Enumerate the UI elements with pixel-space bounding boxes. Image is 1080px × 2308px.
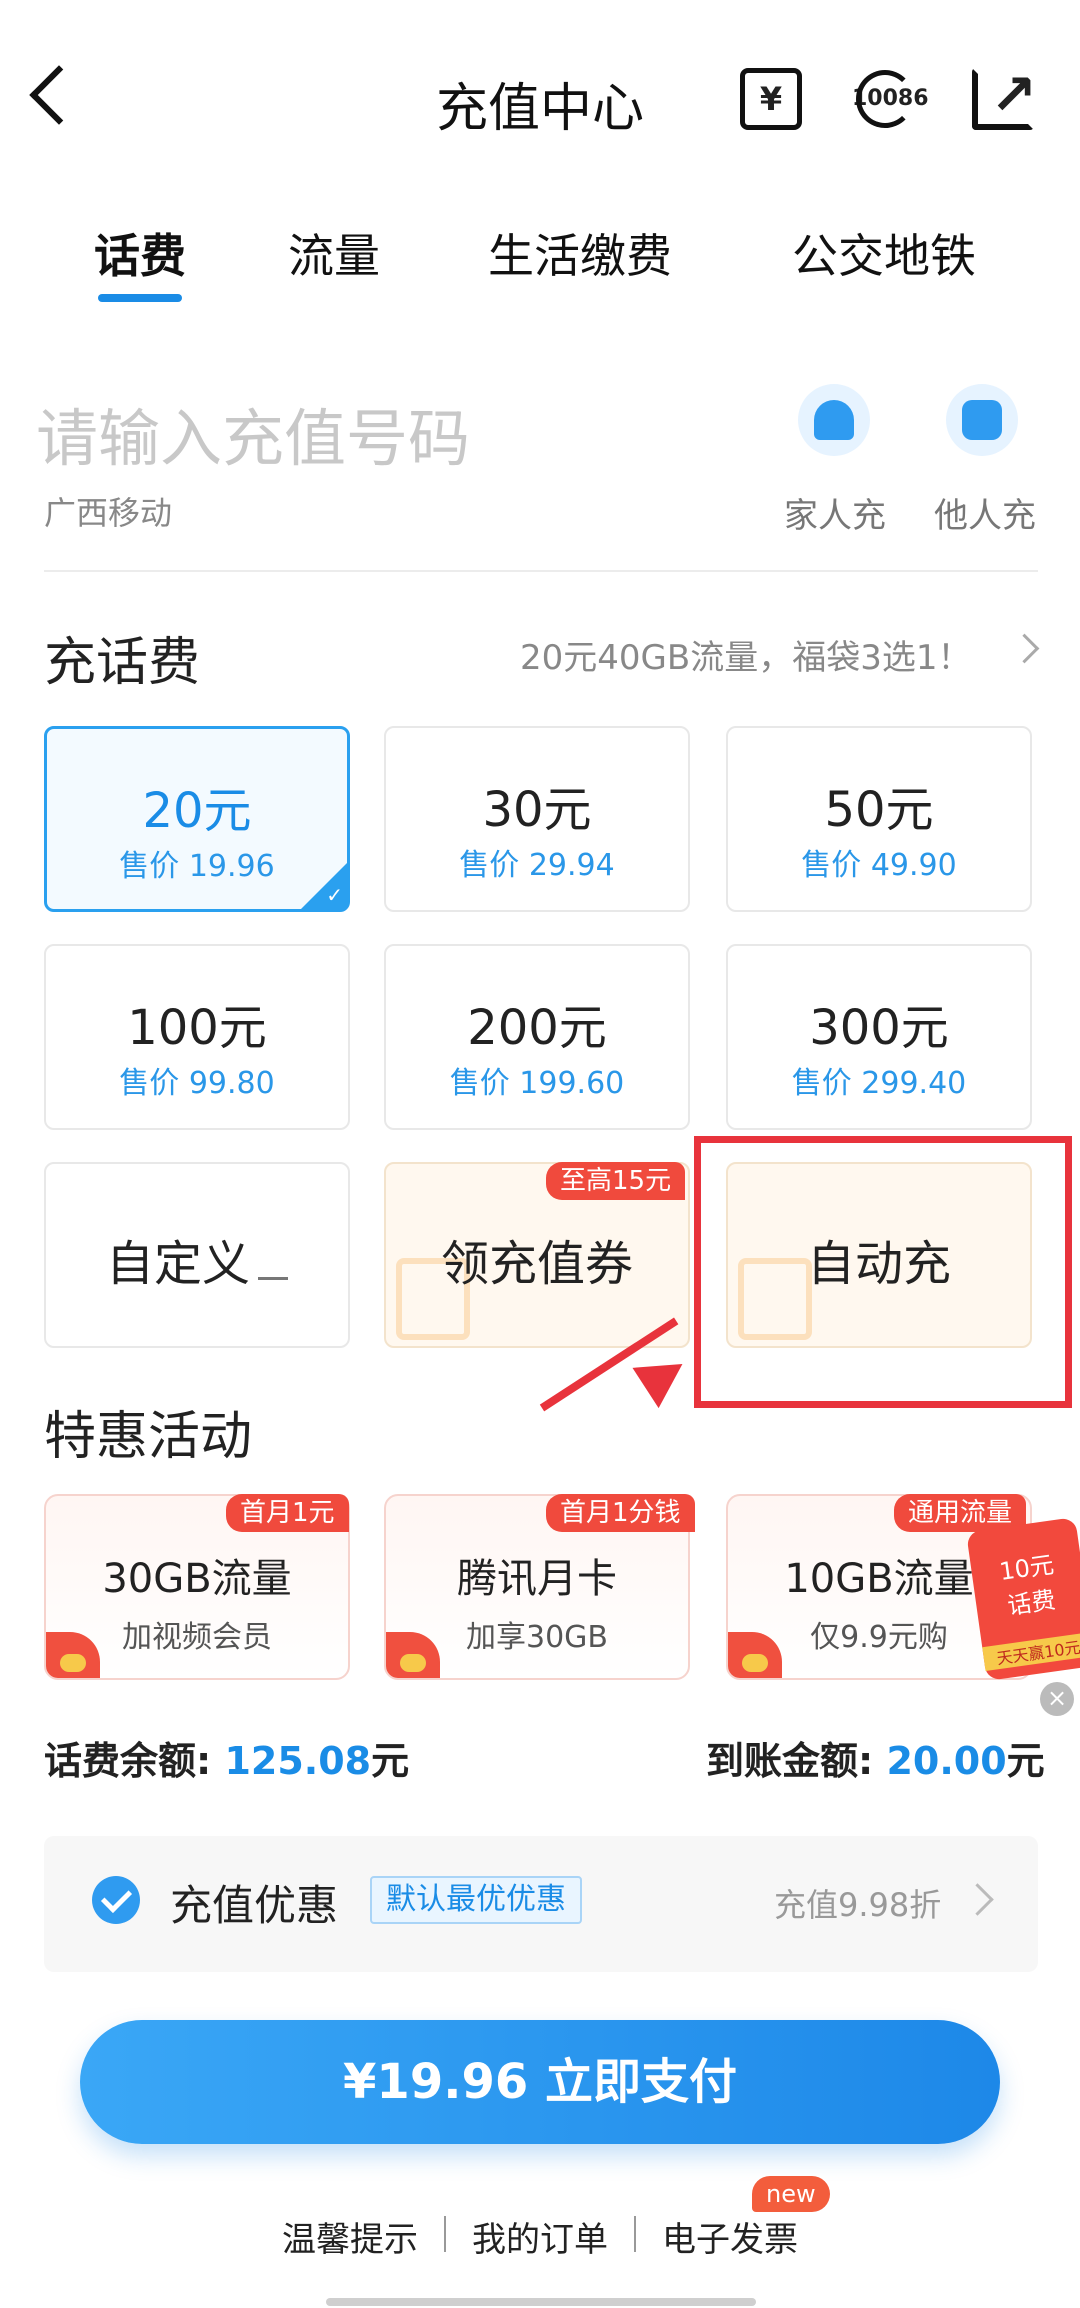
carrier-label: 广西移动 [44, 494, 173, 532]
check-icon: ✓ [326, 883, 343, 907]
bill-icon[interactable]: ¥ [740, 68, 802, 130]
arrival-amount-info: 到账金额: 20.00元 [706, 1739, 1045, 1783]
activities-section-title: 特惠活动 [44, 1407, 253, 1467]
amount-label: 300元 [809, 1000, 949, 1056]
amount-label: 50元 [824, 782, 934, 838]
amount-label: 200元 [467, 1000, 607, 1056]
tab-utilities[interactable]: 生活缴费 [488, 220, 672, 286]
share-arrow-icon[interactable]: ↗ [990, 68, 1037, 124]
footer-separator [634, 2216, 636, 2252]
recharge-section-title: 充话费 [44, 633, 201, 693]
edit-icon [258, 1271, 288, 1280]
floating-ad[interactable]: 10元 话费 天天赢10元 [966, 1517, 1080, 1681]
amount-label: 100元 [127, 1000, 267, 1056]
checkbox-checked-icon[interactable] [92, 1876, 140, 1924]
get-coupon-label: 领充值券 [440, 1236, 633, 1292]
chevron-right-icon[interactable] [1009, 633, 1040, 664]
tab-data[interactable]: 流量 [288, 220, 380, 286]
price-label: 售价 49.90 [801, 848, 957, 883]
footer-link-invoice[interactable]: 电子发票 [662, 2212, 798, 2261]
family-recharge-label[interactable]: 家人充 [784, 488, 886, 537]
highlight-box [694, 1136, 1072, 1408]
tab-phone-fee[interactable]: 话费 [94, 220, 186, 286]
phone-number-input[interactable]: 请输入充值号码 [36, 388, 470, 478]
amount-option-30[interactable]: 30元 售价 29.94 [384, 726, 690, 912]
pay-now-button[interactable]: ¥19.96 立即支付 [80, 2020, 1000, 2144]
footer-separator [444, 2216, 446, 2252]
coin-icon [400, 1654, 426, 1672]
tab-active-indicator [98, 294, 182, 302]
balance-info: 话费余额: 125.08元 [44, 1739, 410, 1783]
amount-option-20[interactable]: 20元 售价 19.96 ✓ [44, 726, 350, 912]
float-ad-line: 天天赢10元 [982, 1631, 1080, 1672]
amount-option-50[interactable]: 50元 售价 49.90 [726, 726, 1032, 912]
home-indicator[interactable] [326, 2298, 756, 2306]
discount-value[interactable]: 充值9.98折 [774, 1880, 941, 1926]
activity-title: 30GB流量 [102, 1556, 292, 1602]
customer-service-icon[interactable]: 10086 [852, 68, 929, 130]
price-label: 售价 99.80 [119, 1066, 275, 1101]
price-label: 售价 29.94 [459, 848, 615, 883]
promo-link[interactable]: 20元40GB流量，福袋3选1！ [520, 630, 971, 679]
new-badge: new [752, 2176, 830, 2212]
custom-amount-button[interactable]: 自定义 [44, 1162, 350, 1348]
divider [44, 570, 1038, 572]
amount-option-300[interactable]: 300元 售价 299.40 [726, 944, 1032, 1130]
activity-tag: 首月1元 [226, 1494, 349, 1532]
coupon-tag: 至高15元 [546, 1162, 686, 1200]
footer-link-orders[interactable]: 我的订单 [472, 2212, 608, 2261]
amount-option-100[interactable]: 100元 售价 99.80 [44, 944, 350, 1130]
close-icon[interactable]: × [1040, 1682, 1074, 1716]
other-recharge-label[interactable]: 他人充 [934, 488, 1036, 537]
price-label: 售价 199.60 [449, 1066, 625, 1101]
custom-amount-label: 自定义 [46, 1224, 348, 1294]
contact-recharge-icon[interactable] [946, 384, 1018, 456]
footer-link-tips[interactable]: 温馨提示 [282, 2212, 418, 2261]
discount-label: 充值优惠 [170, 1881, 339, 1930]
annotation-arrow-head [632, 1343, 696, 1409]
amount-label: 30元 [482, 782, 592, 838]
coin-icon [60, 1654, 86, 1672]
family-recharge-icon[interactable] [798, 384, 870, 456]
discount-badge: 默认最优优惠 [370, 1876, 582, 1924]
activity-title: 腾讯月卡 [457, 1556, 617, 1602]
tab-transit[interactable]: 公交地铁 [792, 220, 976, 286]
activity-tag: 首月1分钱 [546, 1494, 695, 1532]
coin-icon [742, 1654, 768, 1672]
amount-option-200[interactable]: 200元 售价 199.60 [384, 944, 690, 1130]
amount-label: 20元 [142, 783, 252, 839]
price-label: 售价 299.40 [791, 1066, 967, 1101]
